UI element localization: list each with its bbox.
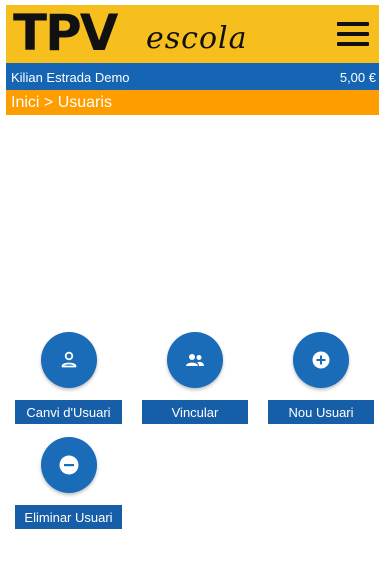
breadcrumb-current: Usuaris [57,94,112,111]
breadcrumb-home-link[interactable]: Inici [11,94,39,111]
user-balance: 5,00 € [339,70,376,85]
new-user-button[interactable] [293,332,349,388]
plus-circle-icon [312,351,330,369]
menu-line [337,42,369,46]
menu-line [337,22,369,26]
link-button-label[interactable]: Vincular [142,400,248,424]
person-icon [61,351,76,368]
breadcrumb-separator: > [43,94,54,111]
delete-user-button-label[interactable]: Eliminar Usuari [15,505,122,529]
switch-user-action[interactable]: Canvi d'Usuari [15,332,122,442]
new-user-action[interactable]: Nou Usuari [268,332,374,442]
logo-script-text: escola [146,21,248,56]
switch-user-button-label[interactable]: Canvi d'Usuari [15,400,122,424]
breadcrumb: Inici > Usuaris [6,90,379,115]
people-icon [186,354,204,366]
switch-user-button[interactable] [40,332,97,388]
link-button[interactable] [167,332,223,388]
hamburger-menu-icon[interactable] [337,22,369,46]
delete-user-button[interactable] [40,437,97,493]
logo-text: TPV [13,4,118,62]
app-header: TPV escola [6,4,379,63]
app-frame: TPV escola Kilian Estrada Demo 5,00 € In… [6,4,379,570]
delete-user-action[interactable]: Eliminar Usuari [15,437,122,547]
user-name: Kilian Estrada Demo [11,70,130,85]
menu-line [337,32,369,36]
user-bar: Kilian Estrada Demo 5,00 € [6,63,379,90]
minus-circle-icon [59,455,78,475]
new-user-button-label[interactable]: Nou Usuari [268,400,374,424]
link-action[interactable]: Vincular [142,332,248,442]
